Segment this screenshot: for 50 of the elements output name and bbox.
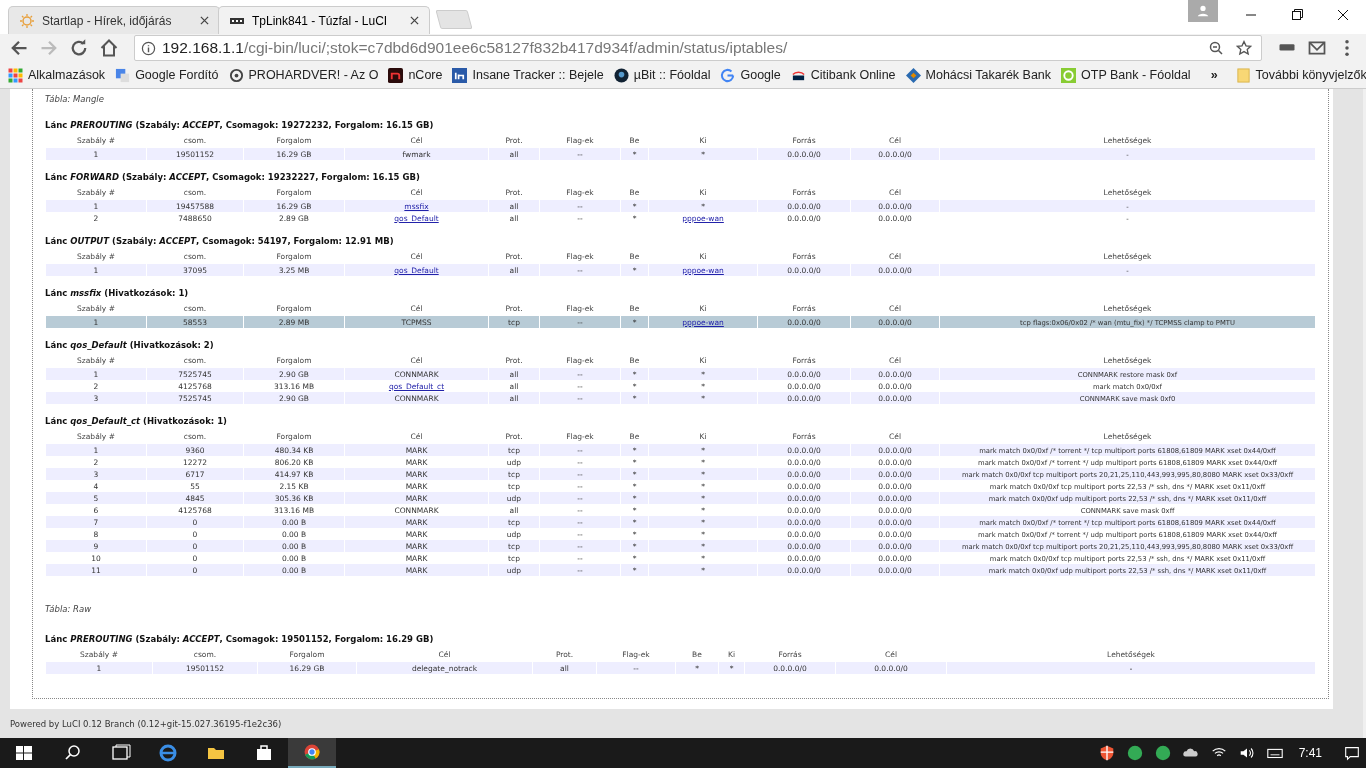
grid-icon [8,67,23,83]
browser-tab[interactable]: Startlap - Hírek, időjárás [8,6,220,34]
tracker-icon [452,67,468,83]
ring-icon [228,67,244,83]
close-icon[interactable] [200,16,209,25]
browser-tab[interactable]: TpLink841 - Túzfal - LuCI [218,6,430,34]
chain-heading: Lánc OUTPUT (Szabály: ACCEPT, Csomagok: 54197, Forgalom: 12.91 MB) [45,236,395,246]
reload-icon[interactable] [69,38,89,58]
chain-heading: Lánc FORWARD (Szabály: ACCEPT, Csomagok: 19232227, Forgalom: 16.15 GB) [45,172,421,182]
table-caption: Tábla: Mangle [45,94,105,104]
bookmark[interactable]: Google [720,67,781,83]
address-field[interactable]: 192.168.1.1/cgi-bin/luci/;stok=c7dbd6d901ee6c58127f832b417d934f/admin/status/iptables/ [134,35,1262,61]
table-caption: Tábla: Raw [45,604,93,614]
n-logo-icon [388,67,404,83]
g-logo-icon [720,67,736,83]
circle-logo-icon [1061,67,1077,83]
bookmark[interactable]: Insane Tracker :: Bejele [452,67,604,83]
footer-text: Powered by LuCI 0.12 Branch (0.12+git-15.027.36195-f1e2c36) [10,718,283,729]
bookmark[interactable]: µBit :: Fóoldal [613,67,711,83]
home-icon[interactable] [99,38,119,58]
notification-icon[interactable] [1343,744,1361,762]
info-icon [141,40,156,56]
diamond-icon [905,67,921,83]
back-icon[interactable] [9,38,29,58]
folder-icon [1235,67,1251,83]
more-bookmarks-button[interactable]: » [1210,68,1218,82]
sun-icon [19,12,35,29]
bookmark[interactable]: nCore [388,67,443,83]
bookmark[interactable]: Citibank Online [790,67,896,83]
chain-heading: Lánc PREROUTING (Szabály: ACCEPT, Csomagok: 19272232, Forgalom: 16.15 GB) [45,120,435,130]
globe-icon [613,67,629,83]
zoom-out-icon[interactable] [1208,40,1224,56]
clock[interactable]: 7:41 [1298,746,1322,760]
bookmark[interactable]: Google Fordító [115,67,219,83]
translate-icon [115,67,131,83]
chat-icon[interactable] [1125,744,1144,762]
bookmark[interactable]: PROHARDVER! - Az O [228,67,379,83]
bookmark-folder[interactable]: További könyvjelzők [1235,67,1366,83]
chain-heading: Lánc qos_Default_ct (Hivatkozások: 1) [45,416,228,426]
chain-heading: Lánc mssfix (Hivatkozások: 1) [45,288,190,298]
chat-icon[interactable] [1153,744,1172,762]
close-icon[interactable] [410,16,419,25]
bookmark[interactable]: OTP Bank - Fóoldal [1061,67,1191,83]
chrome-icon[interactable] [288,738,336,768]
star-icon[interactable] [1236,40,1252,56]
url-text: 192.168.1.1/cgi-bin/luci/;stok=c7dbd6d901ee6c58127f832b417d934f/admin/status/iptables/ [162,39,788,57]
chain-heading: Lánc qos_Default (Hivatkozások: 2) [45,340,215,350]
bookmark[interactable]: Alkalmazások [8,67,106,83]
bookmark[interactable]: Mohácsi Takarék Bank [905,67,1052,83]
chain-heading: Lánc PREROUTING (Szabály: ACCEPT, Csomagok: 19501152, Forgalom: 16.29 GB) [45,634,435,644]
